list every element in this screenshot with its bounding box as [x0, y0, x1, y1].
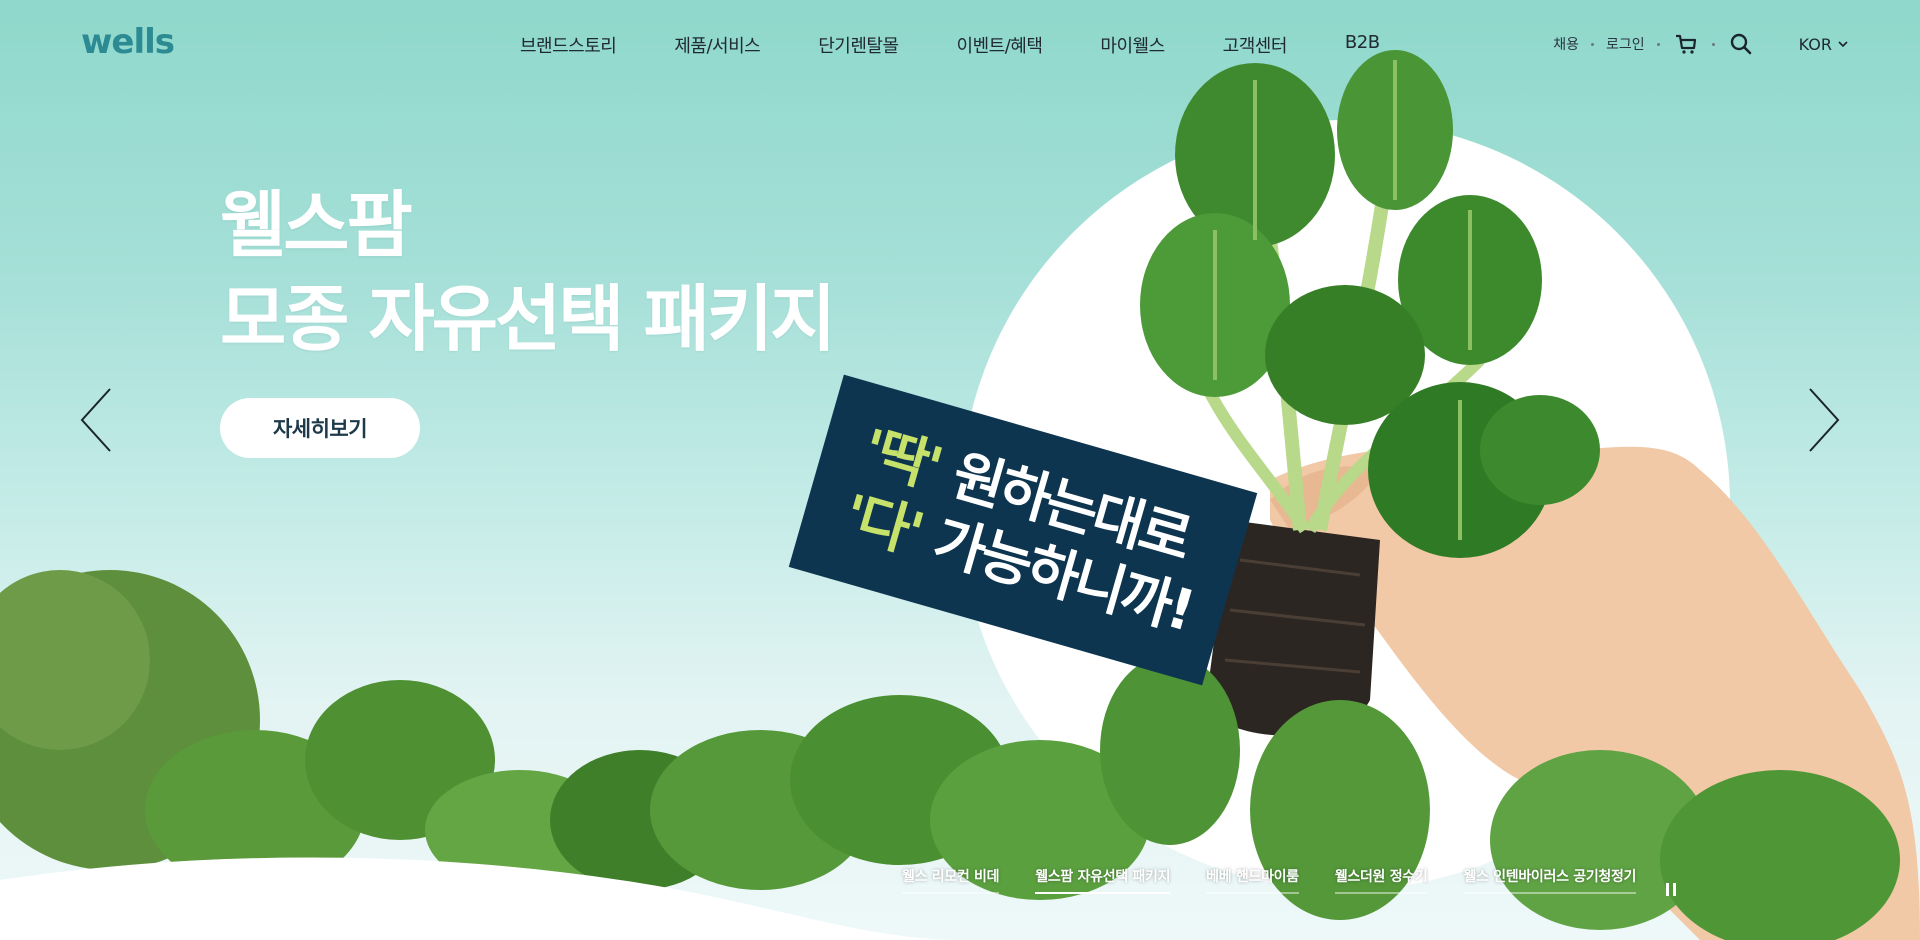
language-label: KOR — [1798, 34, 1832, 54]
nav-item-events[interactable]: 이벤트/혜택 — [957, 32, 1043, 58]
cart-icon[interactable] — [1672, 30, 1700, 58]
chevron-down-icon — [1838, 41, 1848, 48]
hero-headline-line1: 웰스팜 — [220, 183, 413, 267]
nav-item-my-wells[interactable]: 마이웰스 — [1100, 32, 1165, 58]
wells-logo[interactable]: wells — [81, 22, 175, 62]
nav-item-b2b[interactable]: B2B — [1345, 32, 1380, 58]
slide-tab-wellsfarm[interactable]: 웰스팜 자유선택 패키지 — [1035, 866, 1170, 894]
nav-item-short-rental[interactable]: 단기렌탈몰 — [818, 32, 899, 58]
next-slide-arrow-icon[interactable] — [1804, 385, 1844, 455]
hero-headline: 웰스팜 모종 자유선택 패키지 — [220, 178, 836, 366]
language-selector[interactable]: KOR — [1799, 35, 1848, 54]
slide-tab-bebe[interactable]: 베베 핸드마이룸 — [1206, 866, 1299, 894]
login-link[interactable]: 로그인 — [1606, 34, 1645, 54]
pause-bar — [1673, 883, 1676, 896]
nav-item-customer-center[interactable]: 고객센터 — [1223, 32, 1288, 58]
slide-tab-bidet[interactable]: 웰스 리모컨 비데 — [902, 866, 1000, 894]
search-icon[interactable] — [1727, 30, 1755, 58]
detail-button[interactable]: 자세히보기 — [220, 398, 420, 458]
utility-menu: 채용 로그인 KOR — [1553, 30, 1848, 58]
slide-pagination: 웰스 리모컨 비데 웰스팜 자유선택 패키지 베베 핸드마이룸 웰스더원 정수기… — [902, 866, 1672, 894]
pause-icon[interactable] — [1666, 883, 1676, 896]
prev-slide-arrow-icon[interactable] — [76, 385, 116, 455]
main-nav: 브랜드스토리 제품/서비스 단기렌탈몰 이벤트/혜택 마이웰스 고객센터 B2B — [520, 32, 1438, 58]
pause-bar — [1666, 883, 1669, 896]
hero-banner: '딱' 원하는대로 '다' 가능하니까! wells 브랜드스토리 제품/서비스… — [0, 0, 1920, 940]
nav-item-products[interactable]: 제품/서비스 — [674, 32, 760, 58]
nav-item-brand-story[interactable]: 브랜드스토리 — [520, 32, 617, 58]
hero-headline-line2: 모종 자유선택 패키지 — [220, 277, 836, 361]
bottom-wave — [0, 857, 960, 940]
separator-dot — [1711, 42, 1715, 46]
separator-dot — [1656, 42, 1660, 46]
slide-tab-water-purifier[interactable]: 웰스더원 정수기 — [1334, 866, 1428, 894]
recruit-link[interactable]: 채용 — [1553, 34, 1579, 54]
separator-dot — [1591, 42, 1595, 46]
slide-tab-air-purifier[interactable]: 웰스 인텐바이러스 공기청정기 — [1463, 866, 1636, 894]
